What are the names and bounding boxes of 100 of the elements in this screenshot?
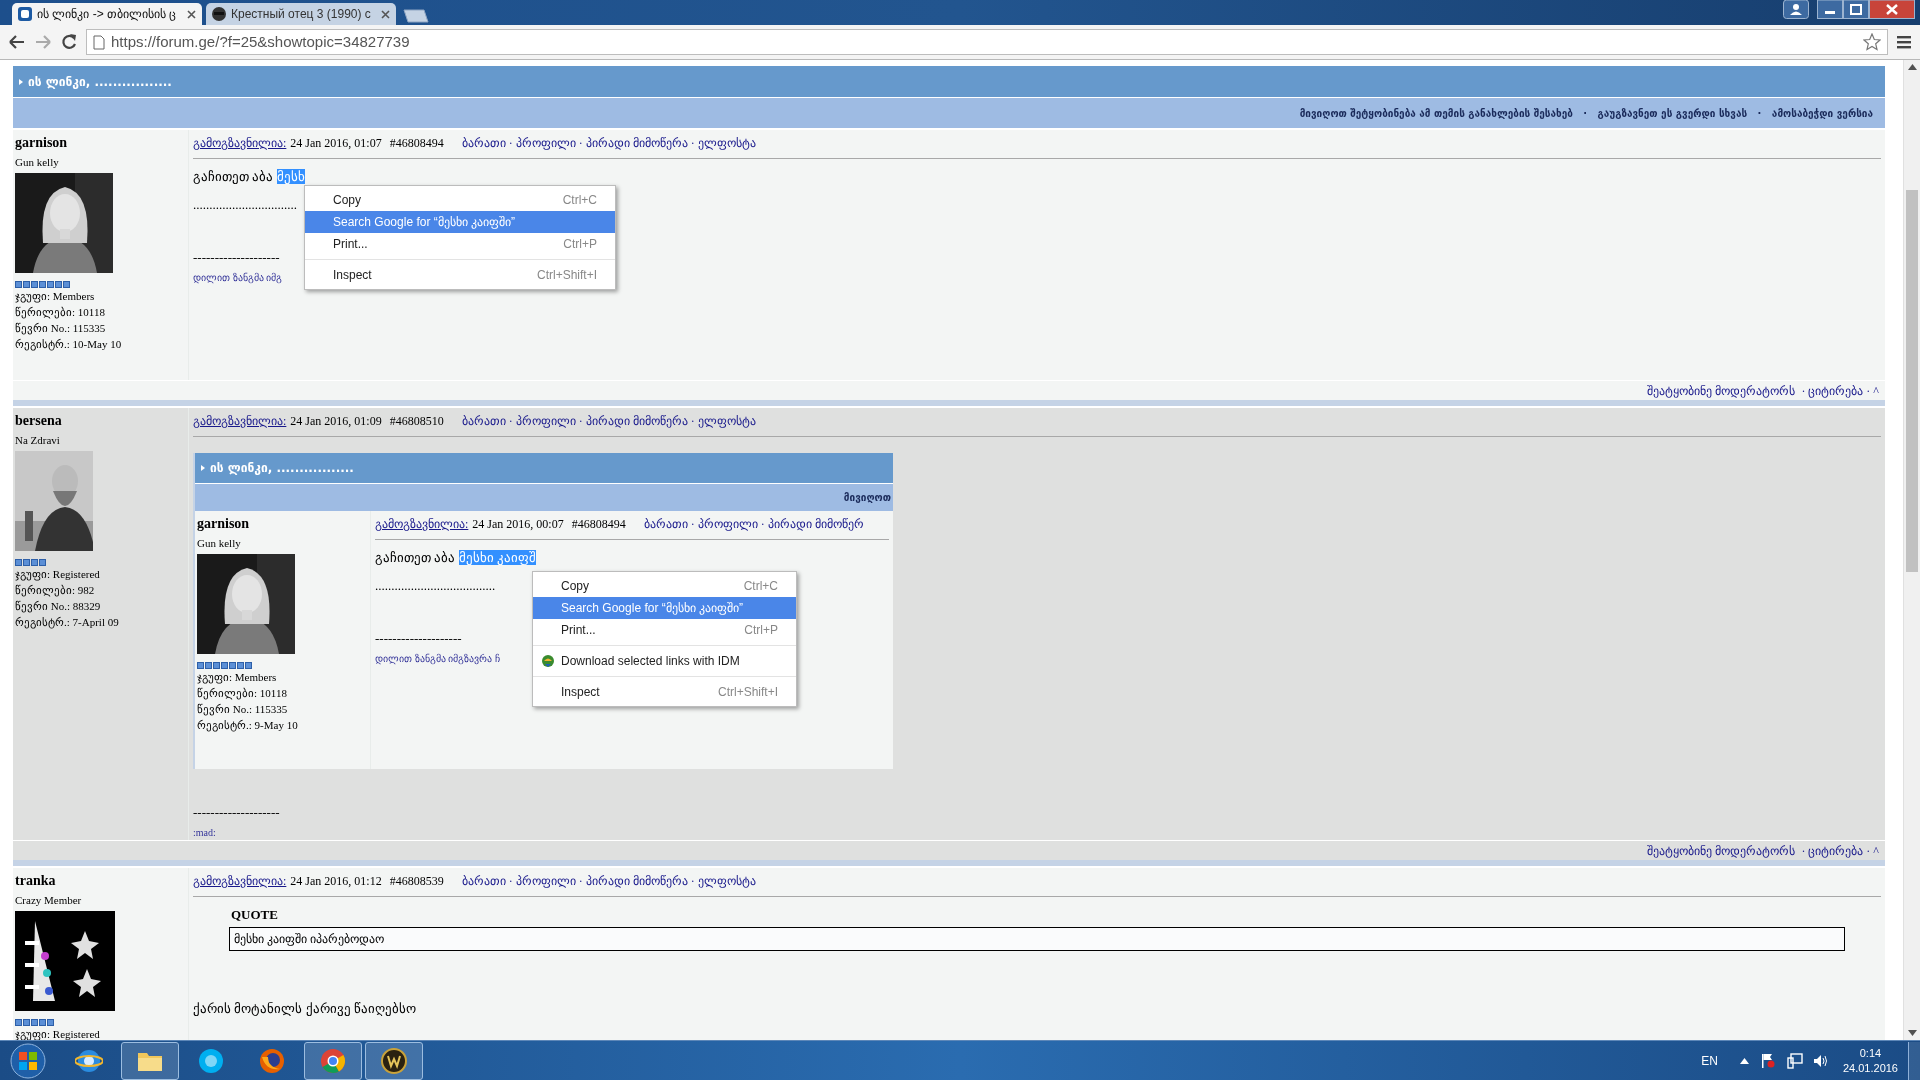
post-number: #46808539 <box>389 873 444 890</box>
menu-item[interactable]: Copy Ctrl+C <box>305 189 615 211</box>
author-name[interactable]: bersena <box>15 410 62 431</box>
member-stat: ჯგუფი: Registered <box>15 1026 100 1040</box>
taskbar-button[interactable] <box>121 1041 179 1080</box>
member-stat: ჯგუფი: Registered <box>15 566 100 582</box>
post-links[interactable]: ბარათი · პროფილი · პირადი მიმოწერა · ელფოსტა <box>461 412 756 430</box>
close-button[interactable] <box>1869 0 1915 19</box>
browser-tab[interactable]: Крестный отец 3 (1990) с <box>206 3 396 25</box>
post-date: 24 Jan 2016, 01:12 <box>290 873 382 890</box>
post-number: #46808494 <box>389 135 444 152</box>
close-icon[interactable] <box>381 9 390 19</box>
author-name[interactable]: garnison <box>15 132 68 153</box>
post-links[interactable]: ბარათი · პროფილი · პირადი მიმოწერ <box>643 515 864 533</box>
menu-item[interactable]: Print... Ctrl+P <box>305 233 615 255</box>
game-icon <box>380 1046 408 1075</box>
post-text: გაჩითეთ აბა მესხი კაიფშ <box>375 549 536 567</box>
member-stat: წერილები: 982 <box>15 582 95 598</box>
site-icon <box>18 7 32 21</box>
topic-actions[interactable]: მივიღოთ შეტყობინება ამ თემის განახლების შესახებ · გაუგზავნეთ ეს გვერდი სხვას · ამოსაბეჭდი ვერსია <box>1299 105 1873 121</box>
signature-text: დილით ზანგმა იმგ <box>193 270 282 285</box>
bookmark-star-icon[interactable] <box>1863 33 1881 51</box>
menu-item[interactable]: Inspect Ctrl+Shift+I <box>533 681 796 703</box>
post-date: 24 Jan 2016, 01:07 <box>290 135 382 152</box>
signature-separator: -------------------- <box>375 630 462 648</box>
start-button[interactable] <box>8 1040 48 1080</box>
member-title: Na Zdravi <box>15 433 60 448</box>
scroll-up-arrow[interactable] <box>1907 64 1917 70</box>
member-stat: წერილები: 10118 <box>15 304 105 320</box>
language-indicator[interactable]: EN <box>1701 1051 1718 1070</box>
post-footer-links[interactable]: შეატყობინე მოდერატორს · ციტირება · ^ <box>1647 381 1879 400</box>
flag-icon[interactable] <box>1760 1052 1775 1069</box>
menu-item[interactable]: Search Google for “მესხი კაიფში” <box>305 211 615 233</box>
quote-label: QUOTE <box>231 906 278 924</box>
post-links[interactable]: ბარათი · პროფილი · პირადი მიმოწერა · ელფოსტა <box>461 872 756 890</box>
signature-text: :mad: <box>193 825 216 840</box>
member-stat: რეგისტრ.: 10-May 10 <box>15 336 122 352</box>
member-stat: წევრი No.: 115335 <box>15 320 106 336</box>
topic-title: ის ლინკი, ................. <box>28 73 172 91</box>
member-stat: წევრი No.: 115335 <box>197 701 288 717</box>
quote-box: მესხი კაიფში იპარებოდაო <box>229 926 1845 951</box>
url-text: https://forum.ge/?f=25&showtopic=34827739 <box>111 31 411 52</box>
menu-item[interactable]: Inspect Ctrl+Shift+I <box>305 264 615 286</box>
post-date: 24 Jan 2016, 00:07 <box>472 516 564 533</box>
member-stat: წევრი No.: 88329 <box>15 598 101 614</box>
member-stat: რეგისტრ.: 7-April 09 <box>15 614 119 630</box>
show-hidden-icons-icon[interactable] <box>1739 1057 1749 1064</box>
member-stat: წერილები: 10118 <box>197 685 287 701</box>
address-bar[interactable]: https://forum.ge/?f=25&showtopic=34827739 <box>86 29 1888 55</box>
bullet-icon <box>201 465 205 471</box>
clock-date[interactable]: 24.01.2016 <box>1842 1060 1898 1076</box>
posted-link[interactable]: გამოგზავნილია: <box>193 872 287 890</box>
menu-item[interactable]: Copy Ctrl+C <box>533 575 796 597</box>
browser-icon <box>319 1046 347 1075</box>
taskbar-button[interactable] <box>365 1041 423 1080</box>
back-button[interactable] <box>8 34 26 50</box>
posted-link[interactable]: გამოგზავნილია: <box>193 134 287 152</box>
page-icon <box>93 34 105 50</box>
show-desktop-button[interactable] <box>1908 1041 1920 1080</box>
post-footer-links[interactable]: შეატყობინე მოდერატორს · ციტირება · ^ <box>1647 841 1879 860</box>
menu-item[interactable]: Print... Ctrl+P <box>533 619 796 641</box>
scrollbar-thumb[interactable] <box>1906 190 1918 572</box>
member-stat: რეგისტრ.: 9-May 10 <box>197 717 298 733</box>
clock-time[interactable]: 0:14 <box>1859 1045 1882 1061</box>
member-title: Crazy Member <box>15 893 82 908</box>
maximize-button[interactable] <box>1843 0 1869 19</box>
topic-action-link[interactable]: მივიღოთ <box>843 490 891 505</box>
topic-title: ის ლინკი, ................. <box>210 460 354 477</box>
post-number: #46808510 <box>389 413 444 430</box>
menu-item[interactable]: Download selected links with IDM <box>533 650 796 672</box>
user-button[interactable] <box>1783 0 1809 19</box>
member-title: Gun kelly <box>197 536 241 551</box>
new-tab-button[interactable] <box>400 9 430 23</box>
posted-link[interactable]: გამოგზავნილია: <box>193 412 287 430</box>
post-text: ................................ <box>193 195 297 214</box>
author-name[interactable]: garnison <box>197 513 250 534</box>
posted-link[interactable]: გამოგზავნილია: <box>375 515 469 533</box>
minimize-button[interactable] <box>1817 0 1843 19</box>
close-icon[interactable] <box>187 9 196 19</box>
menu-item[interactable]: Search Google for “მესხი კაიფში” <box>533 597 796 619</box>
signature-separator: -------------------- <box>193 804 280 822</box>
browser-tab[interactable]: ის ლინკი -> თბილისის ც <box>12 3 202 25</box>
author-name[interactable]: tranka <box>15 870 56 891</box>
signature-text: დილით ზანგმა იმგზავრა ჩ <box>375 651 500 666</box>
taskbar-button[interactable] <box>304 1041 362 1080</box>
browser-icon <box>258 1046 286 1075</box>
reload-button[interactable] <box>60 33 78 51</box>
site-icon <box>212 7 226 21</box>
scroll-down-arrow[interactable] <box>1907 1030 1917 1036</box>
member-title: Gun kelly <box>15 155 59 170</box>
post-text: ქარის მოტანილს ქარივე წაიღებსო <box>193 999 416 1018</box>
signature-separator: -------------------- <box>193 249 280 267</box>
post-text: ..................................... <box>375 576 496 595</box>
member-stat: ჯგუფი: Members <box>15 288 95 304</box>
menu-icon[interactable] <box>1896 35 1912 49</box>
member-stat: ჯგუფი: Members <box>197 669 277 685</box>
chat-icon <box>197 1046 225 1075</box>
network-icon[interactable] <box>1786 1052 1803 1069</box>
post-links[interactable]: ბარათი · პროფილი · პირადი მიმოწერა · ელფოსტა <box>461 134 756 152</box>
post-text: გაჩითეთ აბა მესხ <box>193 168 305 186</box>
